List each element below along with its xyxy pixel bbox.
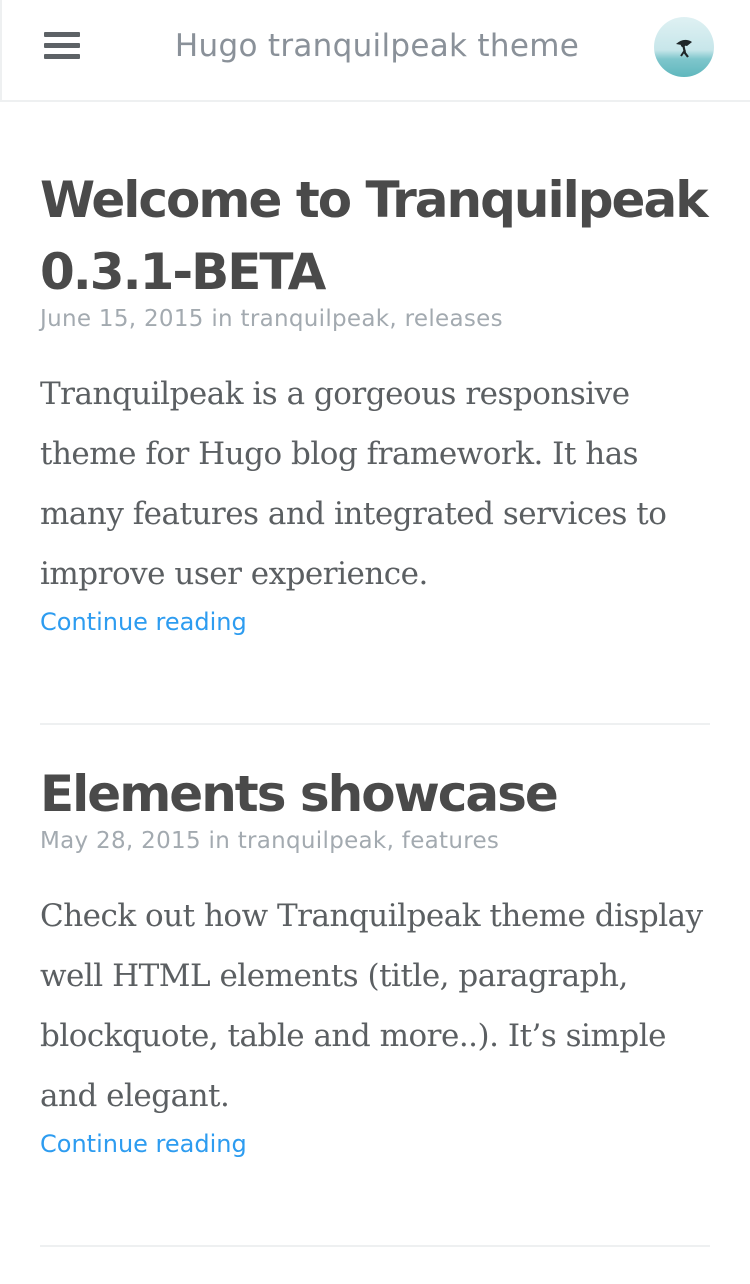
excerpt-line: Tranquilpeak is a gorgeous responsive [40,376,630,412]
meta-in-text: in [203,306,241,332]
top-header-bar: Hugo tranquilpeak theme [0,0,750,102]
category-link[interactable]: features [402,828,499,854]
excerpt-line: theme for Hugo blog framework. It has [40,436,639,472]
post-divider [40,1245,710,1247]
meta-separator: , [386,828,402,854]
post-title-line[interactable]: Welcome to Tranquilpeak [40,171,708,229]
excerpt-line: improve user experience. [40,556,428,592]
category-link[interactable]: releases [405,306,503,332]
category-link[interactable]: tranquilpeak [238,828,387,854]
post-excerpt: Check out how Tranquilpeak theme display… [40,886,710,1126]
post-date: June 15, 2015 [40,306,204,332]
post-title[interactable]: Elements showcase [40,758,710,830]
continue-reading-link[interactable]: Continue reading [40,608,247,636]
post-divider [40,723,710,725]
post-meta: May 28, 2015 in tranquilpeak, features [40,828,710,854]
blog-title[interactable]: Hugo tranquilpeak theme [2,28,750,64]
post-title-line[interactable]: Elements showcase [40,765,559,823]
excerpt-line: Check out how Tranquilpeak theme display [40,898,703,934]
post-card: Welcome to Tranquilpeak 0.3.1-BETA June … [40,164,710,636]
post-excerpt: Tranquilpeak is a gorgeous responsive th… [40,364,710,604]
post-date: May 28, 2015 [40,828,201,854]
meta-in-text: in [200,828,238,854]
excerpt-line: blockquote, table and more..). It’s simp… [40,1018,666,1054]
post-title-line[interactable]: 0.3.1-BETA [40,243,326,301]
excerpt-line: well HTML elements (title, paragraph, [40,958,628,994]
category-link[interactable]: tranquilpeak [241,306,390,332]
post-meta: June 15, 2015 in tranquilpeak, releases [40,306,710,332]
author-avatar[interactable] [654,17,714,77]
continue-reading-link[interactable]: Continue reading [40,1130,247,1158]
post-title[interactable]: Welcome to Tranquilpeak 0.3.1-BETA [40,164,710,308]
meta-separator: , [389,306,405,332]
post-card: Elements showcase May 28, 2015 in tranqu… [40,758,710,1158]
excerpt-line: many features and integrated services to [40,496,667,532]
excerpt-line: and elegant. [40,1078,230,1114]
